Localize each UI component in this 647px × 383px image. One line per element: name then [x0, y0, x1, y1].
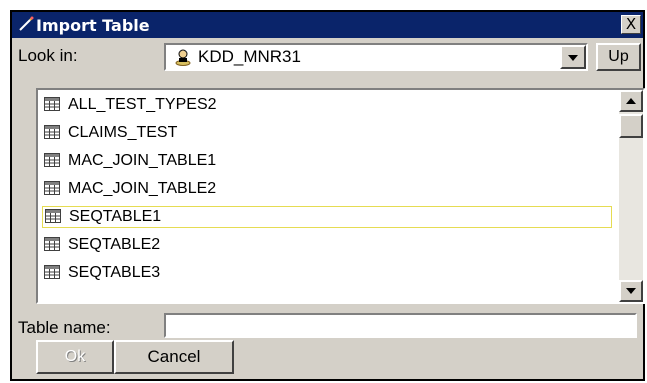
vertical-scrollbar[interactable]: [619, 90, 643, 302]
up-button[interactable]: Up: [596, 43, 641, 71]
look-in-dropdown[interactable]: KDD_MNR31: [164, 43, 588, 71]
table-list[interactable]: ALL_TEST_TYPES2 CLAIMS_TEST MAC_JOIN_TAB…: [36, 88, 645, 304]
title-bar[interactable]: Import Table X: [12, 12, 643, 38]
scroll-down-button[interactable]: [619, 280, 643, 302]
scroll-up-button[interactable]: [619, 90, 643, 112]
close-icon: X: [625, 15, 637, 33]
arrow-up-icon: [626, 98, 636, 104]
list-item-label: SEQTABLE3: [68, 264, 161, 281]
import-table-dialog: Import Table X Look in: KDD_MNR31 Up ALL…: [10, 10, 645, 381]
table-name-input[interactable]: [164, 313, 637, 338]
list-item-label: SEQTABLE1: [69, 208, 162, 225]
arrow-down-icon: [626, 288, 636, 294]
table-icon: [44, 265, 60, 284]
look-in-dropdown-button[interactable]: [560, 45, 586, 69]
list-item[interactable]: MAC_JOIN_TABLE1: [44, 150, 614, 172]
scroll-thumb[interactable]: [619, 114, 643, 138]
list-item[interactable]: ALL_TEST_TYPES2: [44, 94, 614, 116]
list-item[interactable]: MAC_JOIN_TABLE2: [44, 178, 614, 200]
list-item-label: CLAIMS_TEST: [68, 124, 178, 141]
table-icon: [44, 237, 60, 256]
table-icon: [44, 97, 60, 116]
list-item-label: MAC_JOIN_TABLE1: [68, 152, 217, 169]
look-in-value: KDD_MNR31: [198, 47, 301, 66]
wand-icon: [18, 16, 34, 32]
table-icon: [45, 209, 61, 228]
chevron-down-icon: [568, 55, 578, 61]
close-button[interactable]: X: [621, 15, 641, 34]
list-item[interactable]: SEQTABLE2: [44, 234, 614, 256]
list-item-label: MAC_JOIN_TABLE2: [68, 180, 217, 197]
list-item-label: ALL_TEST_TYPES2: [68, 96, 217, 113]
look-in-label: Look in:: [18, 46, 78, 65]
list-item[interactable]: CLAIMS_TEST: [44, 122, 614, 144]
database-user-icon: [174, 48, 192, 66]
list-item-label: SEQTABLE2: [68, 236, 161, 253]
cancel-button[interactable]: Cancel: [114, 340, 234, 374]
table-icon: [44, 125, 60, 144]
ok-button[interactable]: Ok: [36, 340, 114, 374]
table-name-label: Table name:: [18, 318, 111, 337]
dialog-title: Import Table: [36, 16, 150, 35]
table-icon: [44, 153, 60, 172]
list-item[interactable]: SEQTABLE3: [44, 262, 614, 284]
list-item-selected[interactable]: SEQTABLE1: [42, 206, 612, 228]
table-icon: [44, 181, 60, 200]
